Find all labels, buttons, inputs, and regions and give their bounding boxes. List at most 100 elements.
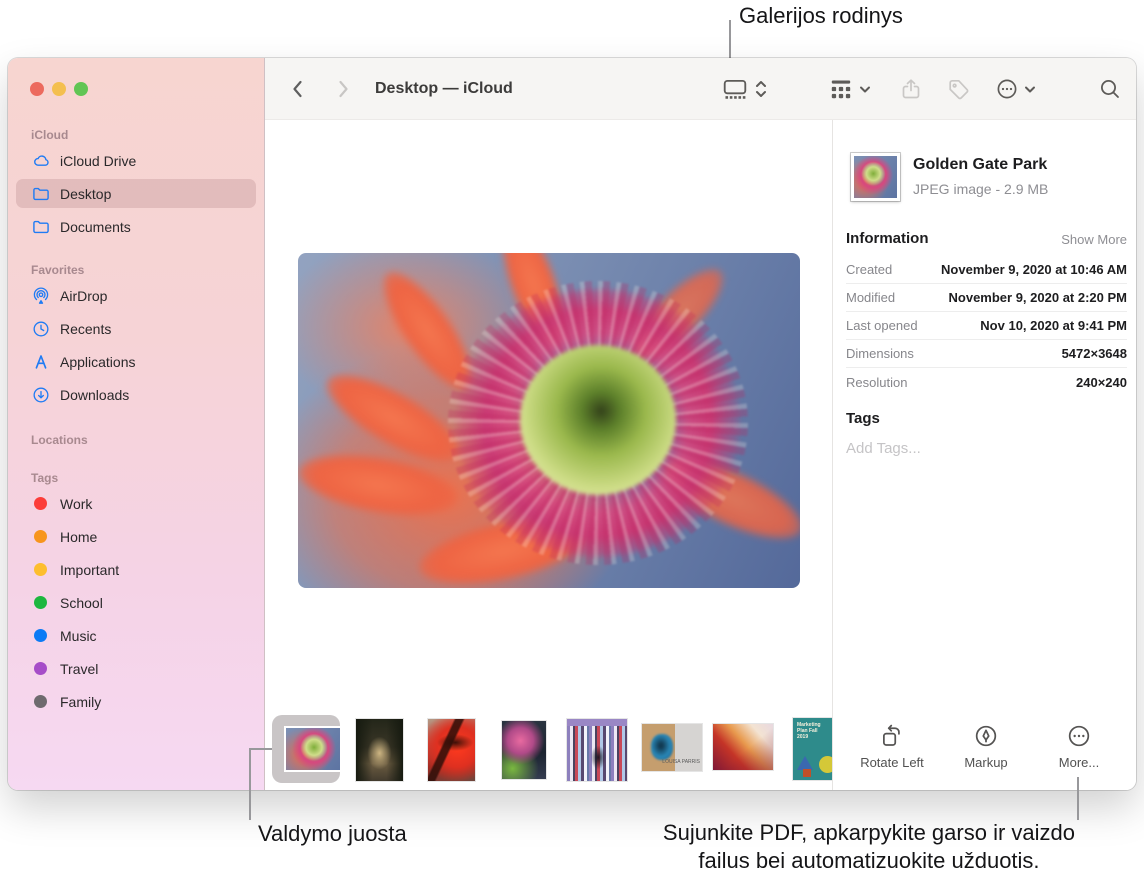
group-icon	[828, 76, 854, 102]
sidebar-item-airdrop[interactable]: AirDrop	[16, 281, 256, 310]
sidebar-tag-work[interactable]: Work	[16, 489, 256, 518]
show-more-link[interactable]: Show More	[1061, 232, 1127, 247]
thumbnail-louisa-parris[interactable]: LOUISA PARRIS	[642, 724, 702, 771]
sidebar-item-icloud-drive[interactable]: iCloud Drive	[16, 146, 256, 175]
sidebar-section-icloud: iCloud	[31, 128, 264, 142]
thumbnail-light-stripes[interactable]	[567, 719, 627, 781]
sidebar-tag-music[interactable]: Music	[16, 621, 256, 650]
poster-title: Marketing Plan Fall 2019	[797, 722, 827, 740]
applications-icon	[31, 352, 51, 372]
thumbnail-marketing-poster[interactable]: Marketing Plan Fall 2019	[793, 718, 832, 780]
info-row-last-opened: Last opened Nov 10, 2020 at 9:41 PM	[846, 312, 1127, 340]
file-thumbnail-image	[854, 156, 897, 198]
share-button[interactable]	[899, 58, 923, 120]
sidebar-item-label: Travel	[60, 661, 98, 677]
back-button[interactable]	[286, 58, 310, 120]
thumbnail-neon-portrait[interactable]	[502, 721, 546, 779]
poster-caption: LOUISA PARRIS	[662, 760, 700, 765]
finder-window: Desktop — iCloud	[8, 58, 1136, 790]
sidebar-item-label: Desktop	[60, 186, 111, 202]
rotate-left-button[interactable]: Rotate Left	[852, 723, 932, 770]
more-button[interactable]: More...	[1039, 723, 1119, 770]
sidebar-section-favorites: Favorites	[31, 263, 264, 277]
inspector-panel: Golden Gate Park JPEG image - 2.9 MB Inf…	[832, 120, 1136, 790]
sidebar-tag-family[interactable]: Family	[16, 687, 256, 716]
ellipsis-circle-icon	[995, 77, 1019, 101]
sidebar-item-documents[interactable]: Documents	[16, 212, 256, 241]
sidebar-tag-travel[interactable]: Travel	[16, 654, 256, 683]
sidebar-item-label: Music	[60, 628, 97, 644]
callout-line-controlbar-horizontal	[249, 748, 272, 750]
thumbnail-flower-selected[interactable]	[272, 715, 340, 783]
sidebar-item-desktop[interactable]: Desktop	[16, 179, 256, 208]
more-actions-button[interactable]	[995, 58, 1019, 120]
sidebar-tag-school[interactable]: School	[16, 588, 256, 617]
search-icon	[1098, 77, 1122, 101]
group-menu-chevron[interactable]	[859, 58, 871, 120]
action-label: More...	[1039, 755, 1119, 770]
sidebar-section-locations: Locations	[31, 433, 264, 447]
file-name: Golden Gate Park	[913, 156, 1047, 174]
sidebar-item-label: Recents	[60, 321, 111, 337]
info-value: Nov 10, 2020 at 9:41 PM	[980, 318, 1127, 333]
group-button[interactable]	[828, 58, 854, 120]
more-actions-chevron[interactable]	[1024, 58, 1036, 120]
more-icon	[1066, 723, 1092, 749]
folder-icon	[31, 184, 51, 204]
tag-color-dot	[34, 695, 47, 708]
info-label: Last opened	[846, 318, 918, 333]
add-tags-field[interactable]: Add Tags...	[846, 440, 921, 457]
sidebar-item-applications[interactable]: Applications	[16, 347, 256, 376]
chevron-down-icon	[859, 77, 871, 101]
airdrop-icon	[31, 286, 51, 306]
annotation-more-line2: failus bei automatizuokite užduotis.	[663, 847, 1075, 875]
close-button[interactable]	[30, 82, 44, 96]
gallery-view-button[interactable]	[722, 58, 748, 120]
annotation-more-description: Sujunkite PDF, apkarpykite garso ir vaiz…	[663, 819, 1075, 875]
sidebar-list: iCloud iCloud Drive Desktop	[8, 112, 264, 716]
sidebar-item-label: AirDrop	[60, 288, 107, 304]
sidebar-tag-important[interactable]: Important	[16, 555, 256, 584]
file-meta: JPEG image - 2.9 MB	[913, 181, 1048, 197]
sidebar-item-recents[interactable]: Recents	[16, 314, 256, 343]
tag-color-dot	[34, 662, 47, 675]
info-row-created: Created November 9, 2020 at 10:46 AM	[846, 256, 1127, 284]
info-value: November 9, 2020 at 2:20 PM	[949, 290, 1127, 305]
dancer-figure	[651, 734, 673, 760]
flower-center	[520, 345, 676, 495]
zoom-button[interactable]	[74, 82, 88, 96]
folder-icon	[31, 217, 51, 237]
chevron-up-down-icon	[754, 77, 768, 101]
cloud-icon	[31, 151, 51, 171]
sidebar-tag-home[interactable]: Home	[16, 522, 256, 551]
thumbnail-red-gradient[interactable]	[713, 724, 773, 770]
chevron-left-icon	[286, 77, 310, 101]
sidebar-item-label: Applications	[60, 354, 136, 370]
markup-button[interactable]: Markup	[946, 723, 1026, 770]
window-title: Desktop — iCloud	[375, 58, 513, 120]
search-button[interactable]	[1098, 58, 1122, 120]
tags-button[interactable]	[946, 58, 970, 120]
info-label: Created	[846, 262, 892, 277]
tag-icon	[946, 77, 970, 101]
thumbnail-red-hand[interactable]	[428, 719, 475, 781]
preview-image-flower[interactable]	[298, 253, 800, 588]
rotate-left-icon	[879, 723, 905, 749]
forward-button[interactable]	[331, 58, 355, 120]
poster-square	[803, 769, 811, 777]
info-row-resolution: Resolution 240×240	[846, 368, 1127, 396]
info-value: 240×240	[1076, 375, 1127, 390]
view-mode-stepper[interactable]	[754, 58, 768, 120]
tag-color-dot	[34, 596, 47, 609]
sidebar-item-label: Downloads	[60, 387, 129, 403]
minimize-button[interactable]	[52, 82, 66, 96]
window-controls	[30, 82, 88, 96]
annotation-gallery-view: Galerijos rodinys	[739, 2, 903, 30]
info-label: Resolution	[846, 375, 907, 390]
sidebar-item-downloads[interactable]: Downloads	[16, 380, 256, 409]
toolbar: Desktop — iCloud	[265, 58, 1136, 120]
download-icon	[31, 385, 51, 405]
thumbnail-forest-path[interactable]	[356, 719, 403, 781]
thumbnail-flower-image	[284, 726, 342, 772]
tag-color-dot	[34, 530, 47, 543]
